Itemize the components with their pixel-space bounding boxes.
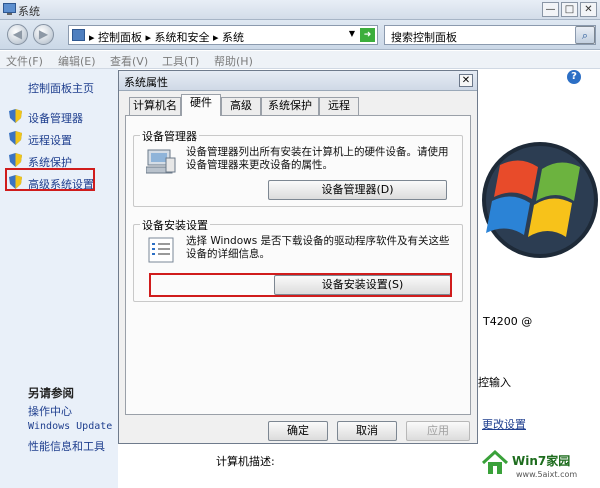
- menu-help[interactable]: 帮助(H): [214, 53, 253, 69]
- navigation-bar: ◀ ▶ ▸ 控制面板 ▸ 系统和安全 ▸ 系统 ▼ ➜ 搜索控制面板 ⌕: [0, 20, 600, 50]
- device-manager-icon: [146, 149, 176, 174]
- dialog-title: 系统属性: [124, 76, 168, 89]
- dialog-close-button[interactable]: ✕: [459, 74, 473, 87]
- sidebar-item-remote-settings[interactable]: 远程设置: [28, 132, 72, 148]
- shield-icon: [9, 109, 22, 123]
- help-icon[interactable]: ?: [567, 70, 581, 84]
- breadcrumb[interactable]: ▸ 控制面板 ▸ 系统和安全 ▸ 系统: [89, 29, 244, 45]
- device-install-description: 选择 Windows 是否下载设备的驱动程序软件及有关这些设备的详细信息。: [186, 235, 450, 260]
- device-install-highlight: [149, 273, 452, 297]
- tab-advanced[interactable]: 高级: [221, 97, 261, 115]
- forward-button[interactable]: ▶: [33, 24, 54, 45]
- menu-tools[interactable]: 工具(T): [162, 53, 199, 69]
- window-title: 系统: [18, 5, 40, 18]
- see-also-windows-update[interactable]: Windows Update: [28, 421, 112, 432]
- device-manager-group-label: 设备管理器: [140, 128, 199, 144]
- see-also-performance[interactable]: 性能信息和工具: [28, 438, 105, 454]
- advanced-settings-highlight: [5, 168, 95, 191]
- checklist-icon: [148, 237, 174, 263]
- computer-description-label: 计算机描述:: [216, 455, 275, 468]
- cpu-info-text: T4200 @: [483, 315, 533, 328]
- device-manager-button[interactable]: 设备管理器(D): [268, 180, 447, 200]
- search-box[interactable]: 搜索控制面板 ⌕: [384, 25, 596, 45]
- apply-button[interactable]: 应用: [406, 421, 470, 441]
- shield-icon: [9, 153, 22, 167]
- house-logo-icon: [481, 449, 509, 474]
- watermark-url: www.5aixt.com: [516, 470, 578, 479]
- menu-view[interactable]: 查看(V): [110, 53, 148, 69]
- hardware-tab-panel: 设备管理器 设备管理器列出所有安装在计算机上的硬件设备。请使用设备管理器来更改设…: [125, 115, 471, 415]
- see-also-action-center[interactable]: 操作中心: [28, 403, 72, 419]
- control-panel-icon: [72, 29, 85, 41]
- shield-icon: [9, 131, 22, 145]
- back-button[interactable]: ◀: [7, 24, 28, 45]
- address-bar[interactable]: ▸ 控制面板 ▸ 系统和安全 ▸ 系统 ▼ ➜: [68, 25, 378, 45]
- search-icon[interactable]: ⌕: [575, 26, 595, 44]
- watermark-brand: Win7家园: [512, 454, 571, 468]
- device-manager-group: 设备管理器 设备管理器列出所有安装在计算机上的硬件设备。请使用设备管理器来更改设…: [133, 128, 463, 207]
- pen-input-text: 控输入: [478, 376, 511, 389]
- close-button[interactable]: ✕: [580, 2, 597, 17]
- ok-button[interactable]: 确定: [268, 421, 328, 441]
- sidebar-home-link[interactable]: 控制面板主页: [28, 80, 94, 96]
- device-install-group-label: 设备安装设置: [140, 217, 210, 233]
- menu-edit[interactable]: 编辑(E): [58, 53, 96, 69]
- sidebar-item-device-manager[interactable]: 设备管理器: [28, 110, 83, 126]
- menu-bar: 文件(F) 编辑(E) 查看(V) 工具(T) 帮助(H): [0, 51, 600, 69]
- tab-computer-name[interactable]: 计算机名: [129, 97, 181, 115]
- system-properties-dialog: 系统属性 ✕ 计算机名 硬件 高级 系统保护 远程 设备管理器 设备管理器列出所…: [118, 70, 478, 444]
- windows-logo-icon: [482, 142, 598, 258]
- refresh-button[interactable]: ➜: [360, 28, 375, 42]
- computer-icon: [3, 3, 16, 15]
- see-also-heading: 另请参阅: [28, 386, 74, 400]
- change-settings-link[interactable]: 更改设置: [482, 416, 526, 432]
- tab-system-protection[interactable]: 系统保护: [261, 97, 319, 115]
- tab-remote[interactable]: 远程: [319, 97, 359, 115]
- forward-arrow-icon: ▶: [38, 27, 49, 41]
- minimize-button[interactable]: —: [542, 2, 559, 17]
- sidebar: 控制面板主页 设备管理器 远程设置 系统保护 高级系统设置 另请参阅 操作中心 …: [0, 69, 118, 488]
- dialog-title-bar: 系统属性 ✕: [119, 71, 477, 91]
- maximize-button[interactable]: □: [561, 2, 578, 17]
- chevron-down-icon[interactable]: ▼: [349, 29, 355, 38]
- tab-hardware[interactable]: 硬件: [181, 94, 221, 116]
- watermark: Win7家园 www.5aixt.com: [478, 446, 600, 488]
- device-manager-description: 设备管理器列出所有安装在计算机上的硬件设备。请使用设备管理器来更改设备的属性。: [186, 146, 449, 171]
- menu-file[interactable]: 文件(F): [6, 53, 43, 69]
- cancel-button[interactable]: 取消: [337, 421, 397, 441]
- window-title-bar: 系统 — □ ✕: [0, 0, 600, 20]
- search-input[interactable]: 搜索控制面板: [391, 29, 457, 45]
- back-arrow-icon: ◀: [12, 27, 23, 41]
